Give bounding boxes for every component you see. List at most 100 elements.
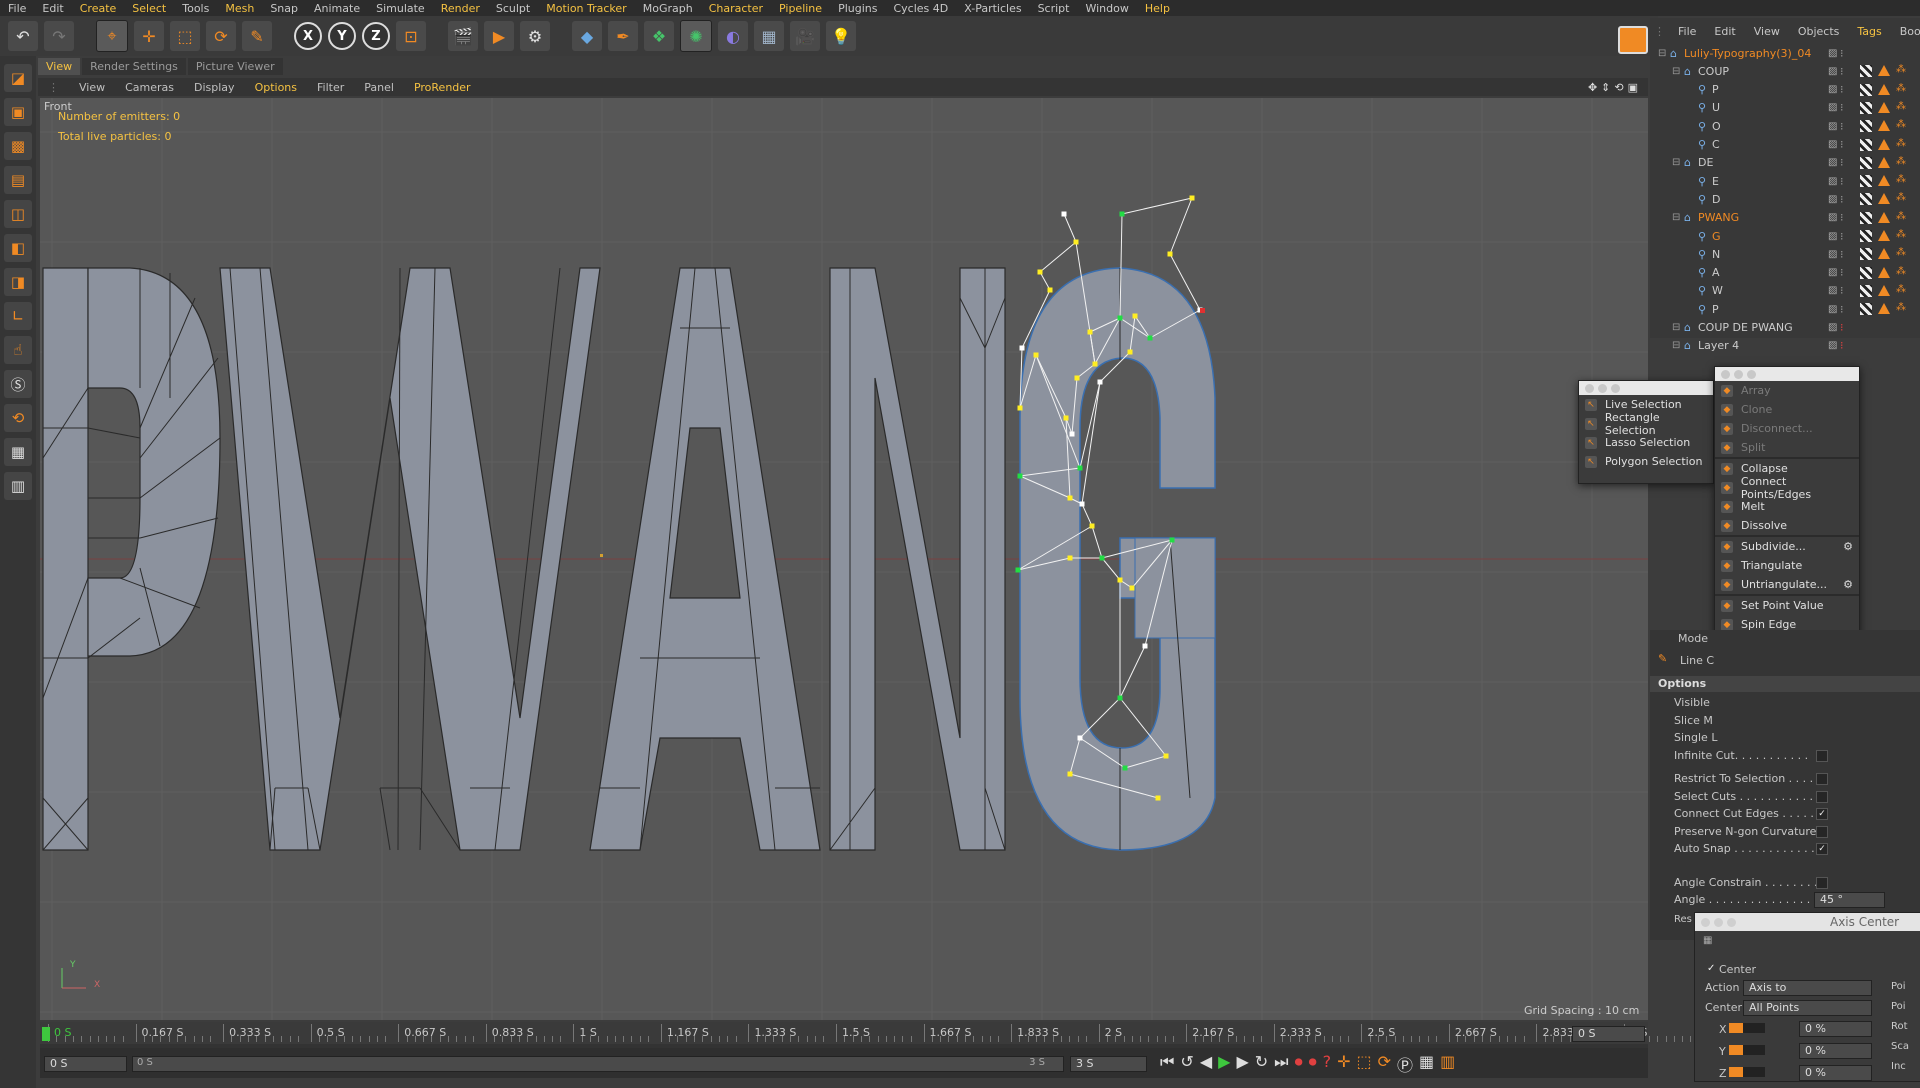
texture-tag-icon[interactable] [1860,230,1872,242]
mesh-cmd-subdivide[interactable]: ◆ Subdivide... ⚙ [1715,537,1859,556]
settings-gear-icon[interactable]: ⚙ [1843,540,1853,553]
viewport-menu-options[interactable]: Options [245,81,307,94]
attr-option-checkbox[interactable]: ✓ [1816,843,1828,855]
viewport-menu-panel[interactable]: Panel [354,81,404,94]
enable-check-icon[interactable]: ▨ [1828,304,1837,315]
object-row[interactable]: ⊟ ⌂ COUP ⁝ ▨ ⁂ [1650,62,1920,80]
attr-option-checkbox[interactable] [1816,825,1828,838]
texture-tag-icon[interactable] [1860,266,1872,279]
visibility-dots-icon[interactable]: ⁝ [1840,266,1844,279]
object-row[interactable]: ⊟ ⌂ COUP DE PWANG ⁝ ▨ [1650,319,1920,337]
selection-tag-icon[interactable]: ⁂ [1896,138,1906,149]
expand-toggle-icon[interactable]: ⊟ [1672,66,1680,77]
viewport-menu-prorender[interactable]: ProRender [404,81,481,94]
coordinate-system-button[interactable]: ⊡ [396,21,426,51]
phong-tag-icon[interactable] [1878,83,1890,95]
record-icon[interactable]: ⏺ [1295,1052,1303,1076]
menu-help[interactable]: Help [1137,2,1178,15]
workplane-icon[interactable]: ▤ [4,166,32,194]
visibility-dots-icon[interactable]: ⁝ [1840,193,1844,206]
subdivision-surface-button[interactable]: ❖ [644,21,674,51]
enable-check-icon[interactable]: ▨ [1828,102,1837,113]
attr-option-checkbox[interactable] [1816,790,1828,803]
object-menu-view[interactable]: View [1745,25,1789,38]
texture-tag-icon[interactable] [1860,65,1872,78]
selection-tag-icon[interactable]: ⁂ [1896,83,1906,94]
phong-tag-icon[interactable] [1878,193,1890,205]
visibility-dots-icon[interactable]: ⁝ [1840,83,1844,96]
viewport-canvas[interactable] [40,98,1648,1020]
camera-button[interactable]: 🎥 [790,21,820,51]
y-field[interactable]: 0 % [1799,1043,1872,1059]
menu-tools[interactable]: Tools [174,2,217,15]
object-menu-tags[interactable]: Tags [1848,25,1890,38]
visibility-dots-icon[interactable]: ⁝ [1840,65,1844,78]
phong-tag-icon[interactable] [1878,266,1890,278]
object-row[interactable]: ⚲ P ⁝ ▨ ⁂ [1650,81,1920,99]
mesh-popup-titlebar[interactable] [1715,367,1859,381]
phong-tag-icon[interactable] [1878,175,1890,187]
mograph-cloner-button[interactable]: ✺ [680,20,712,52]
axis-y-lock-button[interactable]: Y [328,22,356,50]
selection-tag-icon[interactable]: ⁂ [1896,175,1906,185]
timeline-ruler[interactable]: 0 S 0.167 S 0.333 S 0.5 S 0.667 S 0.833 S1 S1… [40,1022,1700,1044]
line-cut-tool-button[interactable]: ✎ [242,21,272,51]
object-menu-file[interactable]: File [1669,25,1705,38]
mesh-cmd-untriangulate[interactable]: ◆ Untriangulate... ⚙ [1715,575,1859,594]
object-row[interactable]: ⚲ W ⁝ ▨ ⁂ [1650,282,1920,300]
enable-check-icon[interactable]: ▨ [1828,340,1837,351]
enable-check-icon[interactable]: ▨ [1828,176,1837,187]
x-slider[interactable] [1729,1023,1765,1033]
viewport-tab-render-settings[interactable]: Render Settings [82,58,186,75]
selection-tag-icon[interactable]: ⁂ [1896,156,1906,167]
parameter-key-icon[interactable]: Ⓟ [1397,1052,1413,1076]
phong-tag-icon[interactable] [1878,211,1890,223]
selection-tag-icon[interactable]: ⁂ [1896,101,1906,112]
attr-mode-label[interactable]: Mode [1678,632,1708,645]
visibility-dots-icon[interactable]: ⁝ [1840,156,1844,169]
menu-sculpt[interactable]: Sculpt [488,2,538,15]
side-option-label[interactable]: Rot [1891,1021,1908,1032]
axis-mode-icon[interactable]: ∟ [4,302,32,330]
deformer-button[interactable]: ◐ [718,21,748,51]
render-settings-button[interactable]: ⚙ [520,21,550,51]
texture-mode-icon[interactable]: ▩ [4,132,32,160]
phong-tag-icon[interactable] [1878,303,1890,315]
y-slider[interactable] [1729,1045,1765,1055]
object-row[interactable]: ⚲ A ⁝ ▨ ⁂ [1650,264,1920,282]
previous-key-icon[interactable]: ↺ [1180,1052,1193,1076]
go-to-start-icon[interactable]: ⏮ [1160,1052,1174,1076]
object-row[interactable]: ⚲ C ⁝ ▨ ⁂ [1650,136,1920,154]
x-field[interactable]: 0 % [1799,1021,1872,1037]
texture-tag-icon[interactable] [1860,284,1872,297]
visibility-dots-icon[interactable]: ⁝ [1840,321,1844,334]
expand-toggle-icon[interactable]: ⊟ [1672,212,1680,223]
selection-tag-icon[interactable]: ⁂ [1896,284,1906,295]
object-row[interactable]: ⚲ G ⁝ ▨ ⁂ [1650,227,1920,245]
selection-item-rectangle-selection[interactable]: ↖ Rectangle Selection [1579,411,1713,437]
axis-z-lock-button[interactable]: Z [362,22,390,50]
enable-check-icon[interactable]: ▨ [1828,48,1837,59]
scale-key-icon[interactable]: ⬚ [1357,1052,1372,1076]
viewport-menu-display[interactable]: Display [184,81,245,94]
phong-tag-icon[interactable] [1878,156,1890,168]
visibility-dots-icon[interactable]: ⁝ [1840,339,1844,352]
selection-tag-icon[interactable]: ⁂ [1896,303,1906,313]
floor-button[interactable]: ▦ [754,21,784,51]
phong-tag-icon[interactable] [1878,284,1890,296]
texture-tag-icon[interactable] [1860,211,1872,224]
selection-tag-icon[interactable]: ⁂ [1896,266,1906,277]
menu-x-particles[interactable]: X-Particles [956,2,1029,15]
enable-check-icon[interactable]: ▨ [1828,231,1837,242]
texture-tag-icon[interactable] [1860,248,1872,261]
expand-toggle-icon[interactable]: ⊟ [1672,340,1680,351]
make-editable-icon[interactable]: ◪ [4,64,32,92]
attr-option-checkbox[interactable] [1816,749,1828,762]
visibility-dots-icon[interactable]: ⁝ [1840,230,1844,243]
tweak-mode-icon[interactable]: ☝ [4,336,32,364]
object-menu-bookmar[interactable]: Bookmar [1891,25,1920,38]
texture-tag-icon[interactable] [1860,175,1872,188]
keyframe-selection-icon[interactable]: ? [1323,1052,1332,1076]
side-option-label[interactable]: Poi [1891,981,1906,992]
visibility-dots-icon[interactable]: ⁝ [1840,47,1844,60]
